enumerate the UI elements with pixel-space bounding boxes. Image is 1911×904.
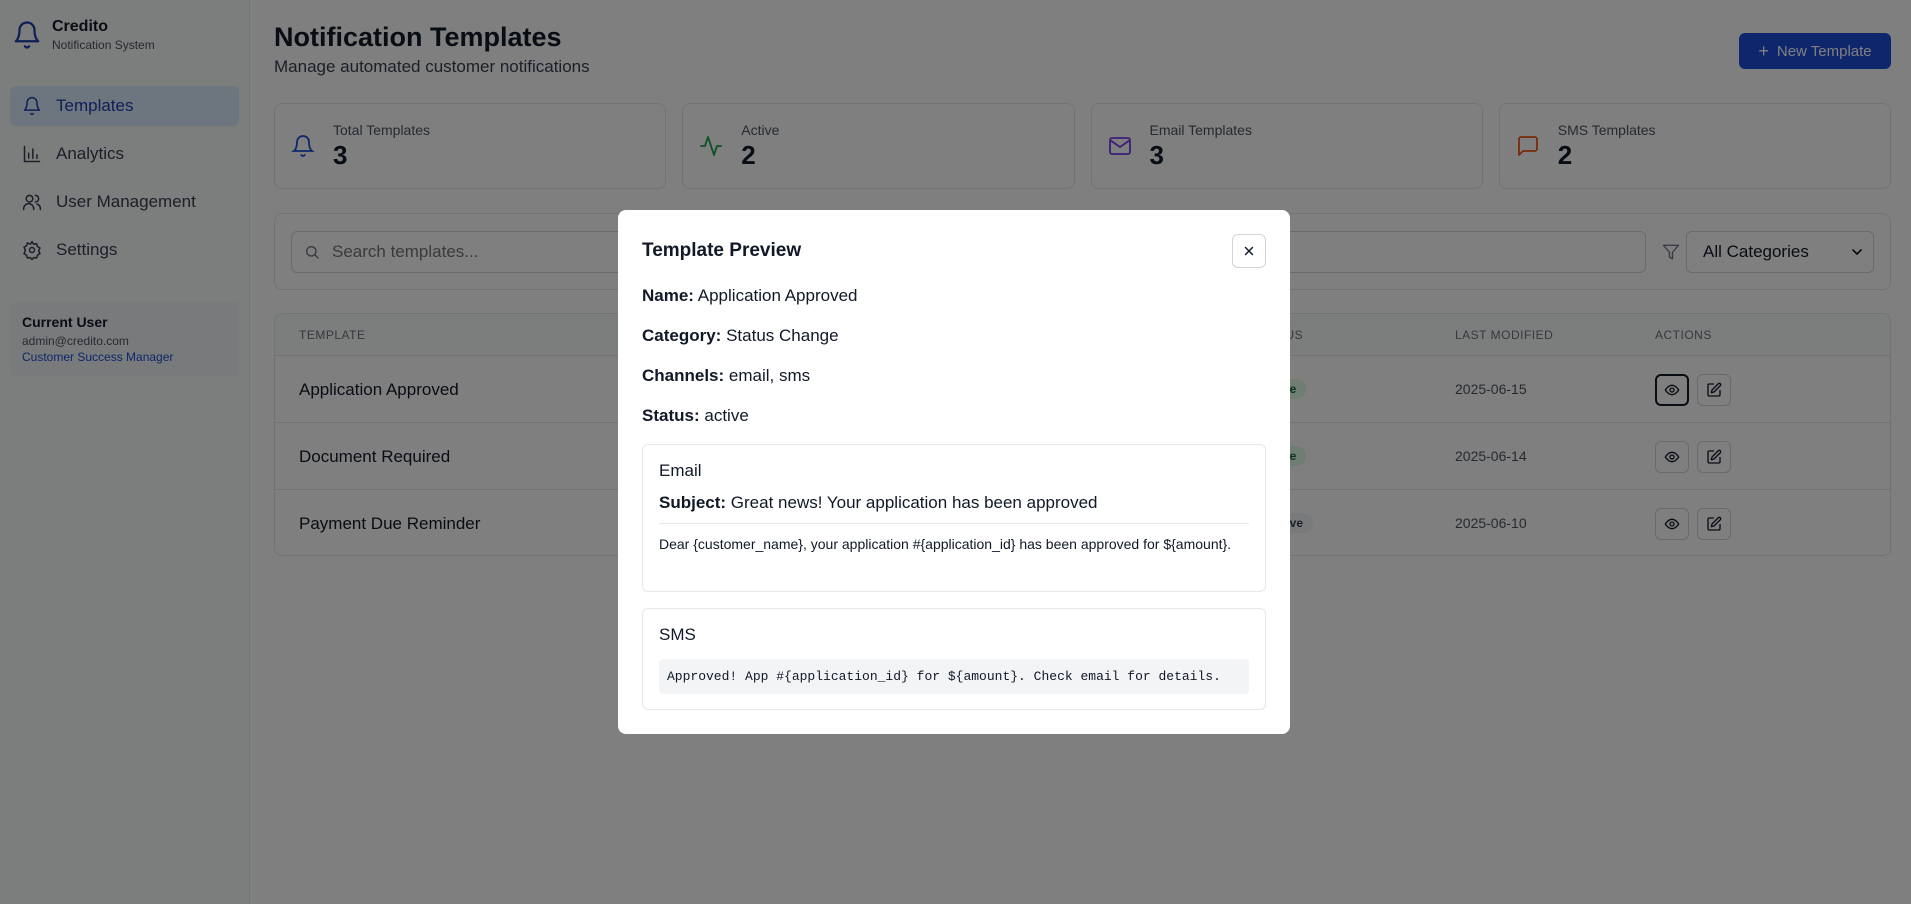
preview-status: Status: active xyxy=(642,406,749,426)
close-icon xyxy=(1244,246,1254,256)
preview-name: Name: Application Approved xyxy=(642,286,858,306)
sms-section-title: SMS xyxy=(659,625,696,644)
category-label: Category: xyxy=(642,326,722,345)
channels-label: Channels: xyxy=(642,366,725,385)
status-value: active xyxy=(704,406,749,425)
close-button[interactable] xyxy=(1232,234,1266,268)
sms-preview-box: SMS Approved! App #{application_id} for … xyxy=(642,608,1266,710)
sms-body: Approved! App #{application_id} for ${am… xyxy=(659,659,1249,694)
email-section-title: Email xyxy=(659,461,702,480)
email-body: Dear {customer_name}, your application #… xyxy=(659,536,1232,552)
preview-category: Category: Status Change xyxy=(642,326,839,346)
subject-value: Great news! Your application has been ap… xyxy=(730,493,1098,512)
preview-channels: Channels: email, sms xyxy=(642,366,810,386)
email-preview-box: Email Subject: Great news! Your applicat… xyxy=(642,444,1266,592)
name-label: Name: xyxy=(642,286,694,305)
channels-value: email, sms xyxy=(728,366,811,385)
modal-title: Template Preview xyxy=(642,240,802,261)
name-value: Application Approved xyxy=(697,286,858,305)
template-preview-modal: Template Preview Name: Application Appro… xyxy=(618,210,1290,734)
status-label: Status: xyxy=(642,406,700,425)
subject-label: Subject: xyxy=(659,493,727,512)
category-value: Status Change xyxy=(726,326,839,345)
email-subject: Subject: Great news! Your application ha… xyxy=(659,493,1249,524)
